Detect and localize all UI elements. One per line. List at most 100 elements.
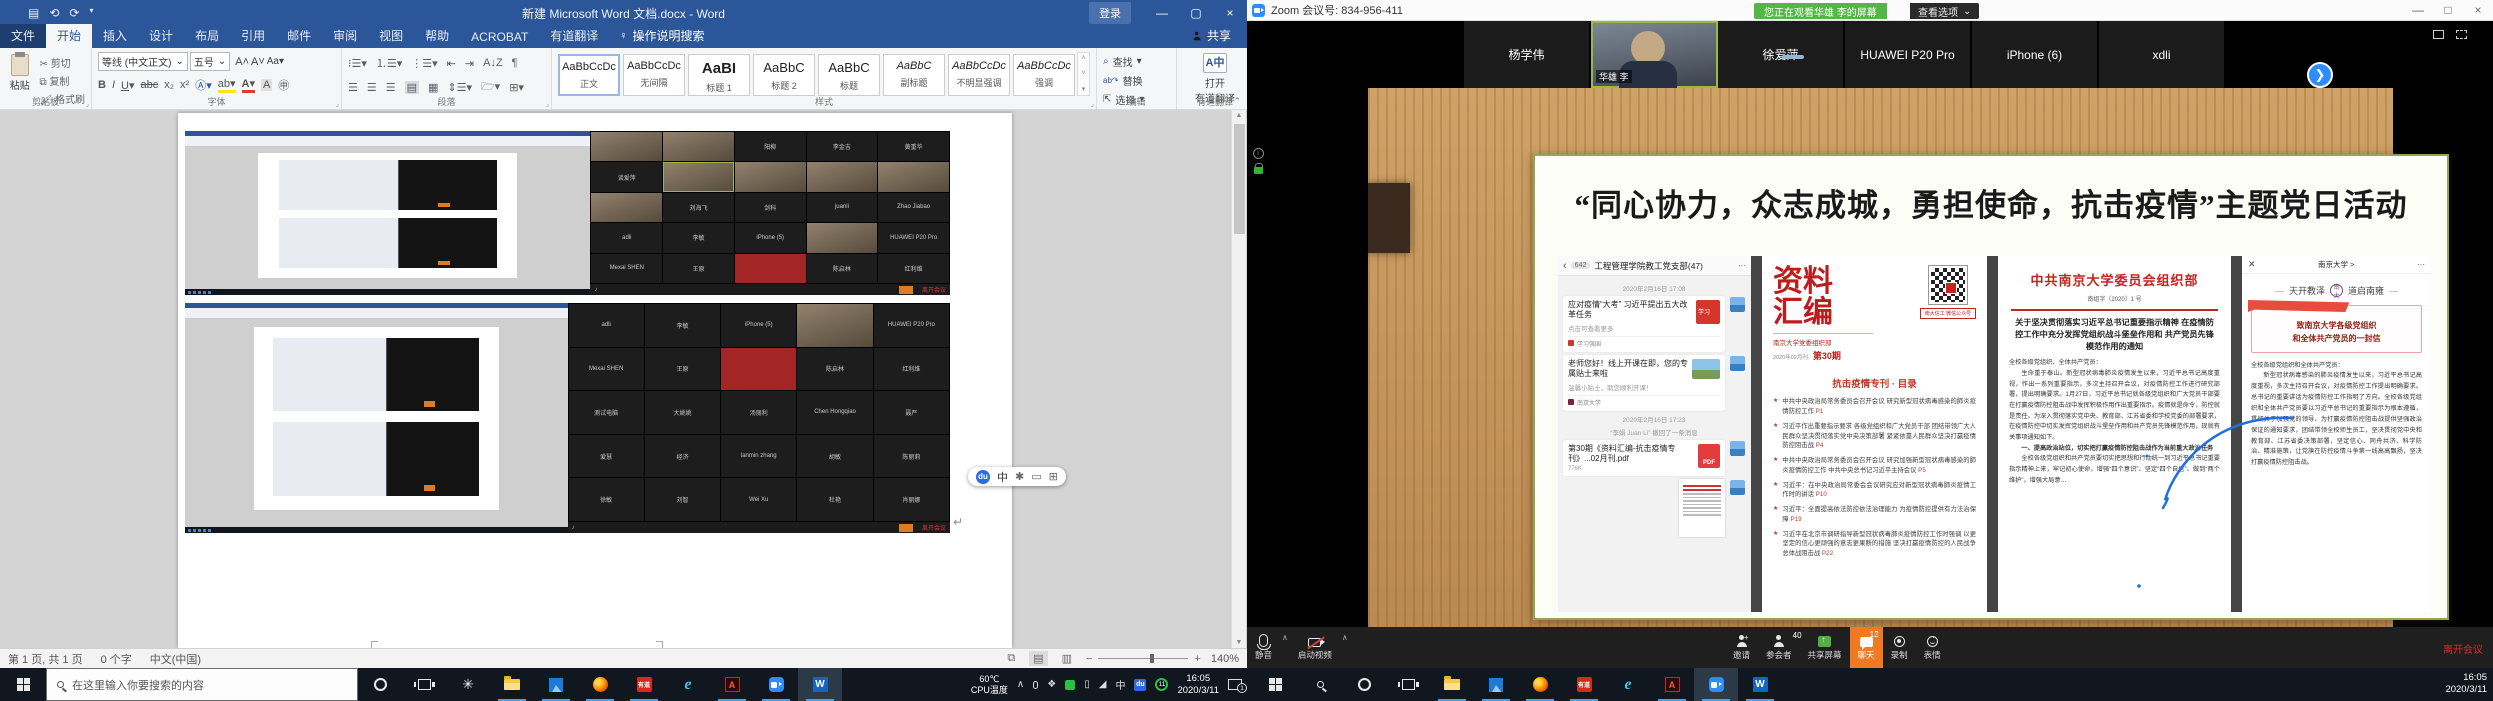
audio-options-caret[interactable]: ∧	[1280, 633, 1290, 642]
tray-security-icon[interactable]	[1065, 680, 1075, 690]
grow-font-icon[interactable]: A˄	[235, 56, 249, 68]
ribbon-tab-2[interactable]: 开始	[46, 24, 92, 48]
font-color-button[interactable]: A▾	[242, 77, 255, 93]
start-button-monitor2[interactable]	[1252, 668, 1298, 701]
style-card[interactable]: AaBbC副标题	[883, 54, 945, 96]
taskbar-ie-icon[interactable]: e	[1606, 668, 1650, 701]
character-shading-icon[interactable]: A	[261, 79, 272, 91]
taskbar-firefox-icon[interactable]	[578, 668, 622, 701]
zoom-out-icon[interactable]: −	[1086, 653, 1092, 665]
battery-icon[interactable]: ▯	[1084, 679, 1090, 690]
close-button[interactable]: ×	[1213, 0, 1247, 26]
shrink-font-icon[interactable]: A˅	[251, 56, 265, 68]
customize-qat-icon[interactable]: ▾	[89, 6, 93, 20]
zoom-level[interactable]: 140%	[1211, 653, 1239, 665]
ribbon-tab-12[interactable]: 有道翻译	[539, 24, 609, 48]
enclose-characters-icon[interactable]: ㊥	[278, 77, 289, 93]
scrollbar-thumb[interactable]	[1234, 124, 1245, 234]
ribbon-tab-6[interactable]: 引用	[230, 24, 276, 48]
baidu-ime-toolbar[interactable]: du 中 ✱ ▭ ⊞	[968, 467, 1066, 486]
avatar[interactable]	[1730, 480, 1745, 495]
align-left-button[interactable]: ☰	[348, 81, 358, 94]
decrease-indent-button[interactable]: ⇤	[447, 57, 456, 70]
back-icon[interactable]: ‹	[1563, 260, 1567, 272]
taskbar-ie-icon[interactable]: e	[666, 668, 710, 701]
taskbar-acrobat-icon[interactable]: A	[1650, 668, 1694, 701]
gallery-view-icon[interactable]	[2433, 30, 2444, 39]
align-right-button[interactable]: ☰	[386, 81, 396, 94]
bullets-button[interactable]: ⁝☰▾	[348, 57, 367, 70]
hidden-icons-chevron[interactable]: ∧	[1017, 679, 1024, 690]
redo-icon[interactable]: ⟳	[69, 6, 79, 20]
more-menu-icon[interactable]: ···	[1738, 261, 1746, 270]
ime-grid-icon[interactable]: ⊞	[1049, 470, 1058, 483]
zoom-slider-thumb[interactable]	[1150, 654, 1154, 663]
borders-button[interactable]: ⊞▾	[509, 81, 524, 94]
action-center-icon[interactable]: 1	[1228, 679, 1242, 690]
taskbar-word-icon[interactable]: W	[1738, 668, 1782, 701]
web-layout-icon[interactable]: ▥	[1058, 651, 1076, 666]
ribbon-tab-4[interactable]: 设计	[138, 24, 184, 48]
language-indicator[interactable]: 中文(中国)	[150, 651, 201, 667]
font-dialog-launcher[interactable]: ⌟	[336, 100, 339, 108]
underline-button[interactable]: U▾	[121, 79, 134, 92]
meeting-info-icon[interactable]: i	[1253, 148, 1264, 159]
ime-mode-indicator[interactable]: 中	[997, 469, 1008, 485]
subscript-button[interactable]: x₂	[164, 79, 174, 91]
font-size-select[interactable]: 五号 ⌄	[190, 52, 230, 71]
increase-indent-button[interactable]: ⇥	[465, 57, 474, 70]
taskbar-clock-monitor2[interactable]: 16:05 2020/3/11	[2445, 672, 2487, 696]
find-button[interactable]: ⌕查找 ▾	[1103, 54, 1170, 69]
scroll-down-icon[interactable]: ▼	[1232, 639, 1246, 646]
link-card[interactable]: 老师您好！线上开课在即，您的专属贴士来啦温馨小贴士，助您顺利开课！南京大学	[1563, 355, 1725, 411]
video-options-caret[interactable]: ∧	[1340, 633, 1350, 642]
vertical-scrollbar[interactable]: ▲ ▼	[1231, 110, 1246, 648]
text-effects-icon[interactable]: Ⓐ▾	[195, 77, 212, 93]
sign-in-button[interactable]: 登录	[1089, 2, 1131, 24]
share-screen-button[interactable]: 共享屏幕	[1800, 627, 1850, 668]
taskbar-cortana-icon[interactable]	[1342, 668, 1386, 701]
ribbon-tab-3[interactable]: 插入	[92, 24, 138, 48]
replace-button[interactable]: ab↷替换	[1103, 73, 1170, 88]
style-card[interactable]: AaBbCcDc强调	[1013, 54, 1075, 96]
show-marks-button[interactable]: ¶	[512, 57, 518, 69]
taskbar-explorer-icon[interactable]	[490, 668, 534, 701]
word-count[interactable]: 0 个字	[101, 651, 132, 667]
ribbon-tab-7[interactable]: 邮件	[276, 24, 322, 48]
undo-icon[interactable]: ⟲	[49, 6, 59, 20]
change-case-icon[interactable]: Aa▾	[267, 56, 284, 67]
close-icon[interactable]: ✕	[2248, 259, 2256, 270]
taskbar-explorer-icon[interactable]	[1430, 668, 1474, 701]
taskbar-youdao-icon[interactable]: 有道	[622, 668, 666, 701]
ime-language-icon[interactable]: 中	[1115, 677, 1125, 692]
copy-button[interactable]: ⧉ 复制	[40, 73, 85, 88]
multilevel-list-button[interactable]: ⋮☰▾	[411, 57, 437, 70]
distribute-button[interactable]: ▦	[428, 81, 438, 94]
style-card[interactable]: AaBbC标题 2	[753, 54, 815, 96]
numbering-button[interactable]: ⒈☰▾	[376, 55, 402, 71]
zoom-in-icon[interactable]: +	[1194, 653, 1200, 665]
ribbon-tab-11[interactable]: ACROBAT	[460, 27, 539, 48]
taskbar-cortana-icon[interactable]	[358, 668, 402, 701]
zoom-maximize-button[interactable]: □	[2433, 3, 2463, 17]
style-card[interactable]: AaBbCcDc不明显强调	[948, 54, 1010, 96]
cpu-temp-indicator[interactable]: 60℃ CPU温度	[971, 674, 1008, 695]
taskbar-search-icon[interactable]	[1298, 668, 1342, 701]
document-image-message[interactable]	[1679, 479, 1725, 537]
share-button[interactable]: 共享	[1191, 27, 1247, 48]
file-message[interactable]: 第30期《资料汇编-抗击疫情专刊》...02月刊.pdf776KPDF	[1563, 440, 1725, 477]
align-center-button[interactable]: ☰	[367, 81, 377, 94]
scroll-up-icon[interactable]: ▲	[1232, 112, 1246, 119]
invite-button[interactable]: + 邀请	[1725, 627, 1758, 668]
article-account[interactable]: 南京大学 >	[2256, 259, 2417, 270]
taskbar-photos-icon[interactable]	[1474, 668, 1518, 701]
participant-tile[interactable]: xdli	[2099, 21, 2226, 88]
avatar[interactable]	[1730, 297, 1745, 312]
baidu-tray-icon[interactable]: du	[1134, 679, 1146, 691]
style-card[interactable]: AaBI标题 1	[688, 54, 750, 96]
paragraph-dialog-launcher[interactable]: ⌟	[546, 100, 549, 108]
ribbon-tab-8[interactable]: 审阅	[322, 24, 368, 48]
taskbar-acrobat-icon[interactable]: A	[710, 668, 754, 701]
avatar[interactable]	[1730, 441, 1745, 456]
zoom-slider[interactable]: − +	[1086, 653, 1201, 665]
